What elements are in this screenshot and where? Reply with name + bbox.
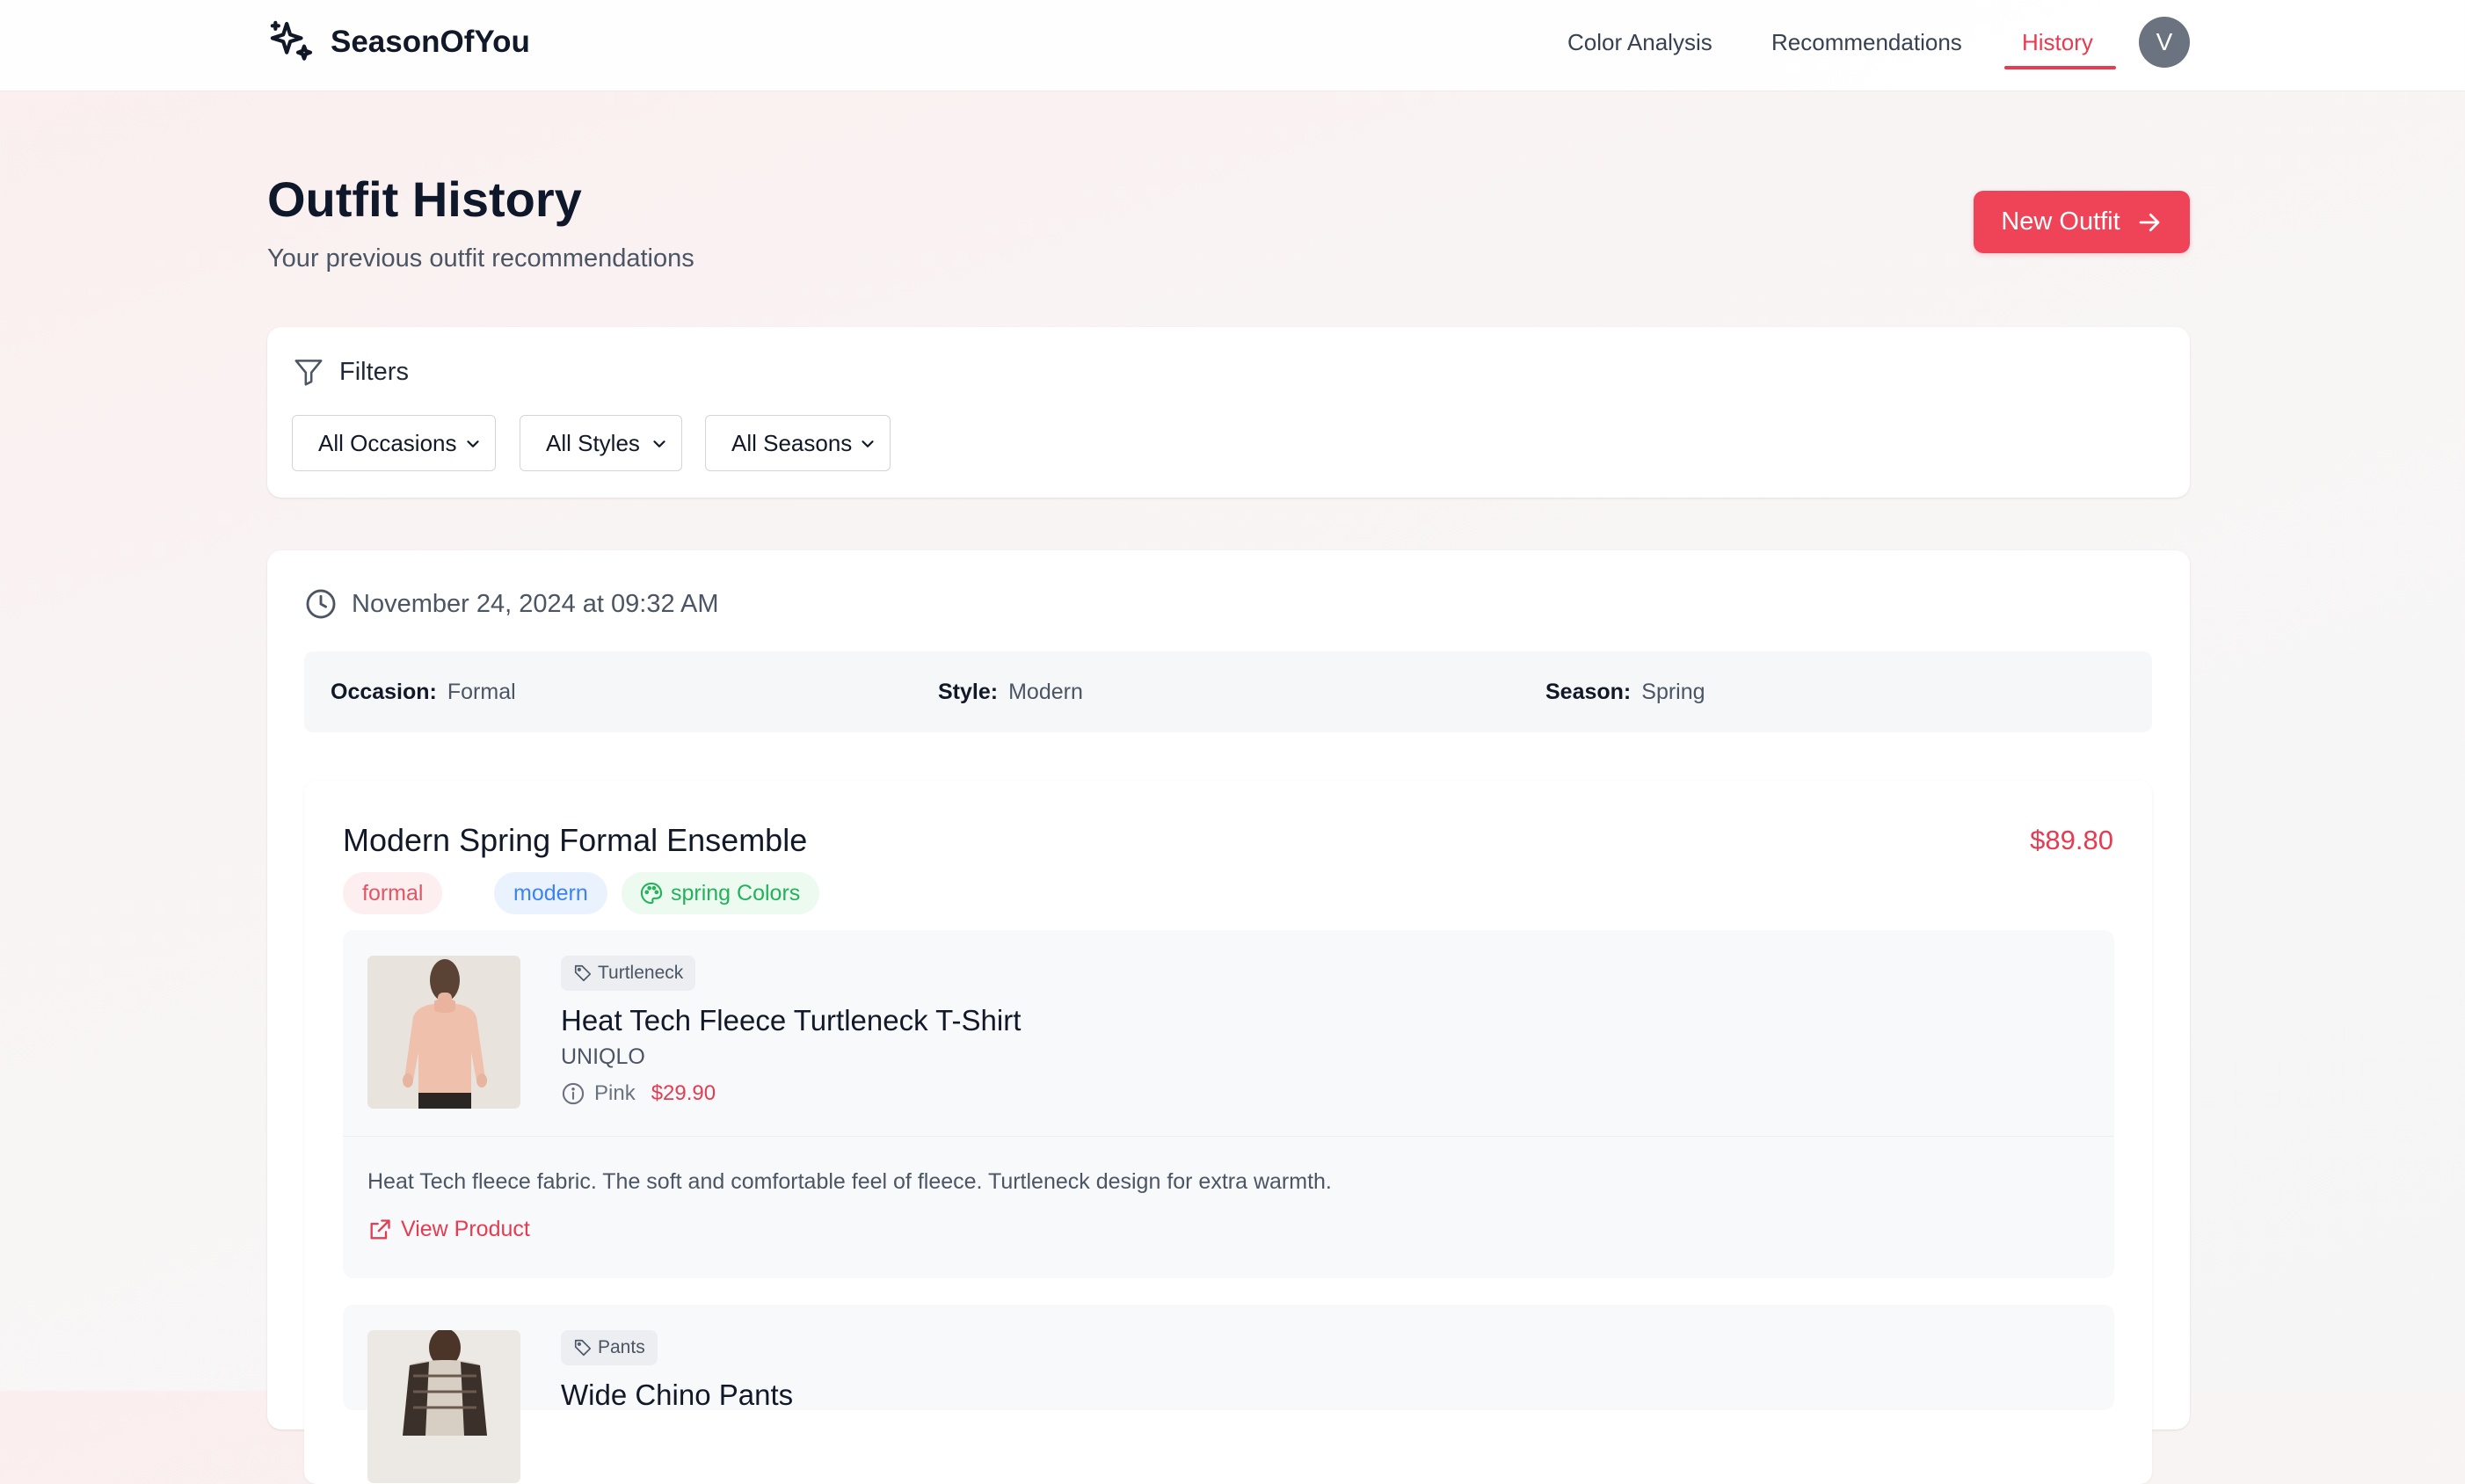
outfit-title: Modern Spring Formal Ensemble bbox=[343, 822, 808, 858]
tag-icon bbox=[574, 1339, 592, 1357]
new-outfit-button[interactable]: New Outfit bbox=[1974, 191, 2190, 253]
filter-icon bbox=[294, 360, 323, 386]
chevron-down-icon bbox=[653, 440, 665, 447]
tag-spring-colors: spring Colors bbox=[622, 872, 820, 914]
item-description: Heat Tech fleece fabric. The soft and co… bbox=[367, 1169, 1332, 1194]
page-subtitle: Your previous outfit recommendations bbox=[267, 244, 694, 273]
entry-date-text: November 24, 2024 at 09:32 AM bbox=[352, 589, 719, 618]
item-name: Heat Tech Fleece Turtleneck T-Shirt bbox=[561, 1004, 1022, 1037]
meta-style: Style: Modern bbox=[938, 676, 1083, 708]
season-select-value: All Seasons bbox=[731, 429, 853, 456]
meta-style-value: Modern bbox=[1008, 680, 1083, 704]
tag-icon bbox=[574, 964, 592, 982]
item-color: Pink bbox=[594, 1081, 636, 1105]
occasion-select[interactable]: All Occasions bbox=[292, 415, 496, 471]
top-nav: SeasonOfYou Color Analysis Recommendatio… bbox=[0, 0, 2465, 91]
item-name: Wide Chino Pants bbox=[561, 1379, 794, 1411]
nav-link-history[interactable]: History bbox=[2022, 26, 2093, 58]
logo[interactable]: SeasonOfYou bbox=[267, 18, 530, 67]
style-select-value: All Styles bbox=[546, 429, 640, 456]
nav-link-color-analysis[interactable]: Color Analysis bbox=[1567, 26, 1712, 58]
meta-season-value: Spring bbox=[1641, 680, 1705, 704]
meta-season: Season: Spring bbox=[1545, 676, 1705, 708]
palette-icon bbox=[640, 882, 663, 905]
clock-icon bbox=[306, 589, 336, 619]
nav-link-recommendations[interactable]: Recommendations bbox=[1771, 26, 1962, 58]
outfit-item: Pants Wide Chino Pants bbox=[343, 1305, 2114, 1483]
sparkles-icon bbox=[270, 20, 313, 61]
logo-text: SeasonOfYou bbox=[331, 25, 530, 59]
category-chip-label: Pants bbox=[598, 1337, 645, 1357]
history-entry-card: November 24, 2024 at 09:32 AM Occasion: F… bbox=[267, 550, 2190, 1484]
item-price: $29.90 bbox=[651, 1081, 716, 1105]
chevron-down-icon bbox=[467, 440, 479, 447]
product-image[interactable] bbox=[367, 1330, 520, 1483]
occasion-select-value: All Occasions bbox=[318, 429, 457, 456]
entry-meta-bar: Occasion: Formal Style: Modern Season: Spri… bbox=[304, 651, 2152, 732]
season-select[interactable]: All Seasons bbox=[705, 415, 891, 471]
item-divider bbox=[343, 1136, 2114, 1137]
outfit-card: Modern Spring Formal Ensemble $89.80 for… bbox=[304, 781, 2152, 1484]
filters-header: Filters bbox=[292, 355, 409, 389]
meta-style-label: Style: bbox=[938, 680, 999, 704]
info-icon bbox=[562, 1082, 585, 1105]
filters-card: Filters All Occasions All Styles All Sea… bbox=[267, 327, 2190, 498]
view-product-link[interactable]: View Product bbox=[367, 1217, 530, 1242]
active-nav-indicator bbox=[2004, 66, 2116, 69]
outfit-item: Turtleneck Heat Tech Fleece Turtleneck T… bbox=[343, 930, 2114, 1278]
filters-title: Filters bbox=[339, 357, 409, 386]
chevron-down-icon bbox=[862, 440, 874, 447]
external-link-icon bbox=[370, 1218, 390, 1239]
tag-formal: formal bbox=[343, 872, 443, 914]
category-chip: Pants bbox=[561, 1330, 658, 1365]
meta-occasion: Occasion: Formal bbox=[331, 676, 516, 708]
product-image[interactable] bbox=[367, 956, 520, 1109]
style-select[interactable]: All Styles bbox=[520, 415, 682, 471]
item-brand: UNIQLO bbox=[561, 1044, 645, 1069]
avatar[interactable]: V bbox=[2139, 17, 2190, 68]
page-title: Outfit History bbox=[267, 171, 582, 227]
arrow-right-icon bbox=[2139, 213, 2160, 231]
category-chip-label: Turtleneck bbox=[598, 963, 684, 983]
meta-occasion-label: Occasion: bbox=[331, 680, 437, 704]
item-meta: Pink $29.90 bbox=[561, 1081, 716, 1106]
view-product-label: View Product bbox=[401, 1217, 530, 1241]
entry-date: November 24, 2024 at 09:32 AM bbox=[304, 587, 719, 621]
outfit-total-price: $89.80 bbox=[2030, 825, 2113, 855]
tag-modern: modern bbox=[494, 872, 607, 914]
new-outfit-label: New Outfit bbox=[2001, 207, 2120, 236]
tag-spring-colors-label: spring Colors bbox=[671, 881, 801, 906]
category-chip: Turtleneck bbox=[561, 956, 696, 991]
meta-season-label: Season: bbox=[1545, 680, 1632, 704]
meta-occasion-value: Formal bbox=[447, 680, 516, 704]
